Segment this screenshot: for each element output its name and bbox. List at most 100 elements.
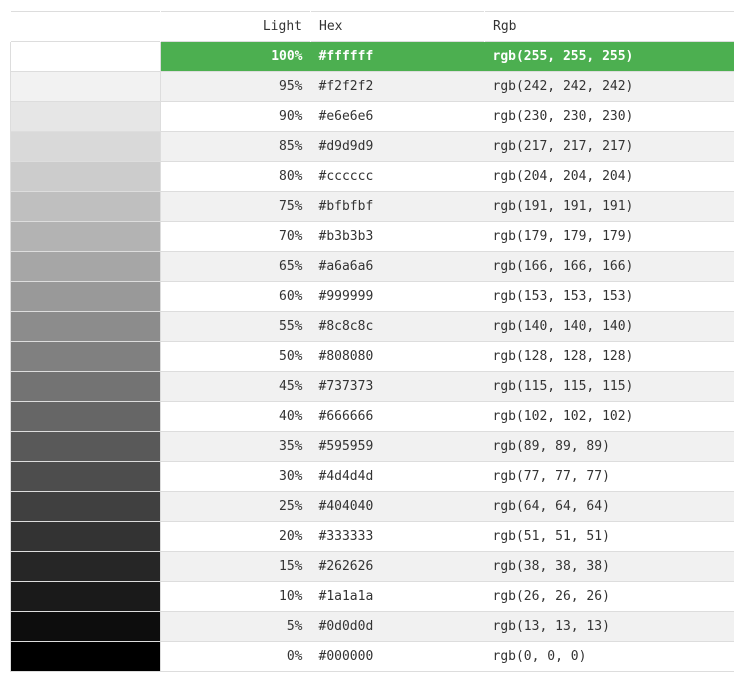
hex-value: #cccccc: [318, 169, 374, 184]
rgb-value: rgb(166, 166, 166): [484, 251, 734, 282]
color-swatch: [10, 191, 161, 222]
rgb-value: rgb(242, 242, 242): [484, 71, 734, 102]
color-swatch: [10, 341, 161, 372]
hex-value: #4d4d4d: [318, 469, 374, 484]
hex-value: #666666: [318, 409, 374, 424]
hex-value: #404040: [310, 491, 485, 522]
hex-value: #1a1a1a: [318, 589, 374, 604]
table-row[interactable]: 45% #737373 rgb(115, 115, 115): [10, 371, 734, 402]
color-shades-table-container: Light Hex Rgb 100% #ffffff rgb(255, 255, 2…: [10, 11, 734, 672]
lightness-value: 60%: [279, 289, 303, 304]
table-row[interactable]: 90% #e6e6e6 rgb(230, 230, 230): [10, 101, 734, 132]
table-row[interactable]: 60% #999999 rgb(153, 153, 153): [10, 281, 734, 312]
table-row[interactable]: 5% #0d0d0d rgb(13, 13, 13): [10, 611, 734, 642]
lightness-value: 35%: [160, 431, 311, 462]
rgb-value: rgb(115, 115, 115): [484, 371, 734, 402]
rgb-value: rgb(217, 217, 217): [484, 131, 734, 162]
rgb-value: rgb(255, 255, 255): [484, 41, 734, 72]
table-row[interactable]: 25% #404040 rgb(64, 64, 64): [10, 491, 734, 522]
hex-value: #808080: [318, 349, 374, 364]
lightness-value: 50%: [279, 349, 303, 364]
lightness-value: 95%: [160, 71, 311, 102]
color-swatch: [10, 311, 161, 342]
table-row[interactable]: 55% #8c8c8c rgb(140, 140, 140): [10, 311, 734, 342]
table-row[interactable]: 10% #1a1a1a rgb(26, 26, 26): [10, 581, 734, 612]
rgb-value: rgb(64, 64, 64): [484, 491, 734, 522]
color-swatch: [10, 521, 161, 552]
rgb-value: rgb(38, 38, 38): [484, 551, 734, 582]
light-column-header: Light: [160, 11, 311, 42]
hex-value: #262626: [310, 551, 485, 582]
lightness-value: 55%: [160, 311, 311, 342]
color-swatch: [10, 101, 161, 132]
lightness-value: 30%: [279, 469, 303, 484]
header-row: Light Hex Rgb: [10, 11, 734, 42]
lightness-value: 80%: [279, 169, 303, 184]
lightness-value: 20%: [279, 529, 303, 544]
table-row[interactable]: 35% #595959 rgb(89, 89, 89): [10, 431, 734, 462]
rgb-column-header: Rgb: [484, 11, 734, 42]
table-row[interactable]: 100% #ffffff rgb(255, 255, 255): [10, 41, 734, 72]
table-row[interactable]: 80% #cccccc rgb(204, 204, 204): [10, 161, 734, 192]
lightness-value: 100%: [160, 41, 311, 72]
rgb-value: rgb(191, 191, 191): [484, 191, 734, 222]
lightness-value: 40%: [279, 409, 303, 424]
table-row[interactable]: 0% #000000 rgb(0, 0, 0): [10, 641, 734, 672]
hex-value: #b3b3b3: [318, 229, 374, 244]
hex-value: #d9d9d9: [310, 131, 485, 162]
table-row[interactable]: 15% #262626 rgb(38, 38, 38): [10, 551, 734, 582]
table-row[interactable]: 75% #bfbfbf rgb(191, 191, 191): [10, 191, 734, 222]
hex-column-header: Hex: [310, 11, 485, 42]
table-row[interactable]: 70% #b3b3b3 rgb(179, 179, 179): [10, 221, 734, 252]
table-row[interactable]: 65% #a6a6a6 rgb(166, 166, 166): [10, 251, 734, 282]
lightness-value: 5%: [160, 611, 311, 642]
hex-value: #f2f2f2: [310, 71, 485, 102]
color-swatch: [10, 431, 161, 462]
rgb-value: rgb(128, 128, 128): [492, 349, 634, 364]
table-row[interactable]: 30% #4d4d4d rgb(77, 77, 77): [10, 461, 734, 492]
table-row[interactable]: 95% #f2f2f2 rgb(242, 242, 242): [10, 71, 734, 102]
color-swatch: [10, 161, 161, 192]
rgb-value: rgb(153, 153, 153): [492, 289, 634, 304]
table-body: 100% #ffffff rgb(255, 255, 255) 95% #f2f2f2 r…: [10, 41, 734, 672]
color-swatch: [10, 581, 161, 612]
hex-value: #8c8c8c: [310, 311, 485, 342]
table-row[interactable]: 40% #666666 rgb(102, 102, 102): [10, 401, 734, 432]
rgb-value: rgb(204, 204, 204): [492, 169, 634, 184]
table-row[interactable]: 50% #808080 rgb(128, 128, 128): [10, 341, 734, 372]
color-swatch: [10, 461, 161, 492]
hex-value: #999999: [318, 289, 374, 304]
hex-value: #e6e6e6: [318, 109, 374, 124]
hex-value: #595959: [310, 431, 485, 462]
lightness-value: 10%: [279, 589, 303, 604]
color-swatch: [10, 611, 161, 642]
table-row[interactable]: 85% #d9d9d9 rgb(217, 217, 217): [10, 131, 734, 162]
hex-value: #bfbfbf: [310, 191, 485, 222]
color-swatch: [10, 401, 161, 432]
rgb-value: rgb(13, 13, 13): [484, 611, 734, 642]
rgb-value: rgb(0, 0, 0): [492, 649, 587, 664]
rgb-value: rgb(179, 179, 179): [492, 229, 634, 244]
rgb-value: rgb(77, 77, 77): [492, 469, 610, 484]
hex-value: #333333: [318, 529, 374, 544]
lightness-value: 0%: [286, 649, 303, 664]
lightness-value: 85%: [160, 131, 311, 162]
table-header: Light Hex Rgb: [10, 11, 734, 42]
rgb-value: rgb(102, 102, 102): [492, 409, 634, 424]
swatch-column-header: [10, 11, 161, 42]
hex-value: #a6a6a6: [310, 251, 485, 282]
rgb-value: rgb(140, 140, 140): [484, 311, 734, 342]
rgb-value: rgb(26, 26, 26): [492, 589, 610, 604]
lightness-value: 25%: [160, 491, 311, 522]
table-row[interactable]: 20% #333333 rgb(51, 51, 51): [10, 521, 734, 552]
hex-value: #ffffff: [310, 41, 485, 72]
color-swatch: [10, 551, 161, 582]
rgb-value: rgb(230, 230, 230): [492, 109, 634, 124]
lightness-value: 15%: [160, 551, 311, 582]
color-shades-table: Light Hex Rgb 100% #ffffff rgb(255, 255, 2…: [10, 11, 734, 672]
color-swatch: [10, 641, 161, 672]
color-swatch: [10, 71, 161, 102]
rgb-value: rgb(51, 51, 51): [492, 529, 610, 544]
lightness-value: 45%: [160, 371, 311, 402]
color-swatch: [10, 281, 161, 312]
